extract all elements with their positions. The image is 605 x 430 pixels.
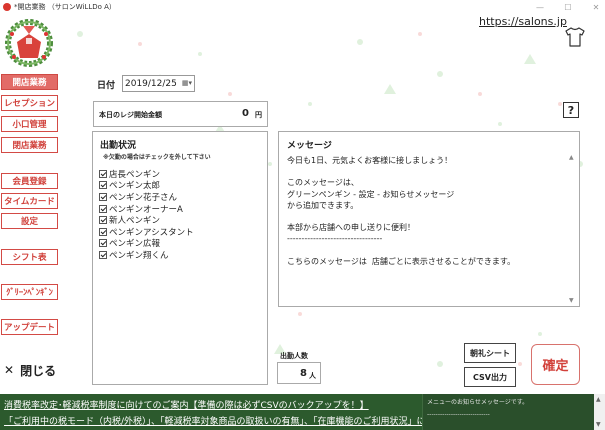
news-link-2[interactable]: 「ご利用中の税モード（内税/外税）」、「軽減税率対象商品の取扱いの有無」、「在庫… <box>4 414 422 427</box>
staff-name: ペンギンアシスタント <box>109 227 194 238</box>
scroll-down-icon[interactable]: ▼ <box>596 421 601 428</box>
staff-checkbox[interactable] <box>99 250 107 259</box>
date-value: 2019/12/25 <box>125 78 177 89</box>
scroll-up-icon[interactable]: ▲ <box>569 154 574 161</box>
staff-name: ペンギン花子さん <box>109 192 178 203</box>
news-link-1[interactable]: 消費税率改定･軽減税率制度に向けてのご案内【準備の際は必ずCSVのバックアップを… <box>4 398 369 411</box>
staff-name: ペンギン太郎 <box>109 181 161 192</box>
help-button[interactable]: ? <box>563 102 579 118</box>
sidebar-item-timecard[interactable]: タイムカード <box>1 193 58 209</box>
message-scrollbar[interactable]: ▲ ▼ <box>569 154 577 304</box>
menu-notice-title: メニューのお知らせメッセージです。 <box>427 399 529 406</box>
staff-name: ペンギンオーナーA <box>109 204 183 215</box>
close-icon: ✕ <box>4 363 15 377</box>
staff-list: 店長ペンギン ペンギン太郎 ペンギン花子さん ペンギンオーナーA 新人ペンギン … <box>99 168 194 261</box>
sidebar-item-green-penguin[interactable]: ｸﾞﾘｰﾝﾍﾟﾝｷﾞﾝ <box>1 284 58 300</box>
staff-name: 新人ペンギン <box>109 216 161 227</box>
staff-item[interactable]: ペンギンアシスタント <box>99 226 194 238</box>
sidebar-item-shift[interactable]: シフト表 <box>1 249 58 265</box>
staff-checkbox[interactable] <box>99 239 107 248</box>
staff-checkbox[interactable] <box>99 192 107 201</box>
sidebar-item-member-register[interactable]: 会員登録 <box>1 173 58 189</box>
sidebar-item-petty-cash[interactable]: 小口管理 <box>1 116 58 132</box>
calendar-icon[interactable]: ▦▾ <box>182 79 192 87</box>
staff-item[interactable]: ペンギン翔くん <box>99 249 194 261</box>
scroll-up-icon[interactable]: ▲ <box>596 396 601 403</box>
site-url-link[interactable]: https://salons.jp <box>479 15 567 28</box>
csv-export-button[interactable]: CSV出力 <box>464 367 516 387</box>
register-start-panel: 本日のレジ開始金額 0 円 <box>93 101 268 127</box>
staff-name: ペンギン広報 <box>109 239 161 250</box>
maximize-button[interactable]: ☐ <box>563 3 573 12</box>
register-start-amount[interactable]: 0 <box>242 108 249 119</box>
sidebar-item-open-store[interactable]: 開店業務 <box>1 74 58 90</box>
attendance-title: 出勤状況 <box>100 141 137 151</box>
message-panel: メッセージ 今日も1日、元気よくお客様に接しましょう！ このメッセージは、 グリ… <box>278 131 580 307</box>
sidebar-item-reception[interactable]: レセプション <box>1 95 58 111</box>
staff-checkbox[interactable] <box>99 204 107 213</box>
date-picker[interactable]: 2019/12/25 ▦▾ <box>122 75 195 92</box>
close-app-button[interactable]: ✕ 閉じる <box>4 360 58 380</box>
staff-item[interactable]: 店長ペンギン <box>99 168 194 180</box>
news-bar: 消費税率改定･軽減税率制度に向けてのご案内【準備の際は必ずCSVのバックアップを… <box>0 394 605 430</box>
staff-item[interactable]: ペンギン広報 <box>99 238 194 250</box>
confirm-button[interactable]: 確定 <box>531 344 580 385</box>
staff-count-value: 8 <box>300 368 307 379</box>
message-body: 今日も1日、元気よくお客様に接しましょう！ このメッセージは、 グリーンペンギン… <box>287 156 516 266</box>
register-start-label: 本日のレジ開始金額 <box>99 111 162 119</box>
title-bar: *開店業務 （サロンWiLLDo A） — ☐ ✕ <box>0 0 605 14</box>
morning-sheet-button[interactable]: 朝礼シート <box>464 343 516 363</box>
staff-item[interactable]: ペンギン花子さん <box>99 191 194 203</box>
minimize-button[interactable]: — <box>535 3 545 12</box>
scroll-down-icon[interactable]: ▼ <box>569 297 574 304</box>
attendance-note: ※欠勤の場合はチェックを外して下さい <box>103 154 211 161</box>
staff-checkbox[interactable] <box>99 169 107 178</box>
sidebar-item-settings[interactable]: 設定 <box>1 213 58 229</box>
window-title: *開店業務 （サロンWiLLDo A） <box>14 3 116 11</box>
notice-scrollbar[interactable]: ▲ ▼ <box>594 394 605 430</box>
window-controls: — ☐ ✕ <box>535 0 601 14</box>
staff-name: ペンギン翔くん <box>109 250 169 261</box>
staff-item[interactable]: ペンギンオーナーA <box>99 203 194 215</box>
staff-count-label: 出勤人数 <box>280 352 308 360</box>
staff-count-box: 8 人 <box>277 362 321 384</box>
attendance-panel: 出勤状況 ※欠勤の場合はチェックを外して下さい 店長ペンギン ペンギン太郎 ペン… <box>92 131 268 385</box>
close-window-button[interactable]: ✕ <box>591 3 601 12</box>
close-label: 閉じる <box>20 363 57 378</box>
shirt-icon[interactable] <box>563 25 587 49</box>
sidebar-item-close-store[interactable]: 閉店業務 <box>1 137 58 153</box>
sidebar-item-update[interactable]: アップデート <box>1 319 58 335</box>
wreath-logo <box>5 19 53 67</box>
staff-item[interactable]: ペンギン太郎 <box>99 180 194 192</box>
register-start-unit: 円 <box>255 111 262 119</box>
staff-item[interactable]: 新人ペンギン <box>99 214 194 226</box>
staff-checkbox[interactable] <box>99 227 107 236</box>
staff-name: 店長ペンギン <box>109 169 161 180</box>
message-title: メッセージ <box>287 141 332 151</box>
menu-notice-box: メニューのお知らせメッセージです。 ----------------------… <box>422 394 594 430</box>
staff-checkbox[interactable] <box>99 181 107 190</box>
date-label: 日付 <box>97 81 116 91</box>
menu-notice-divider: ----------------------------- <box>427 411 490 418</box>
staff-count-unit: 人 <box>309 372 316 380</box>
staff-checkbox[interactable] <box>99 216 107 225</box>
app-icon <box>3 3 11 11</box>
